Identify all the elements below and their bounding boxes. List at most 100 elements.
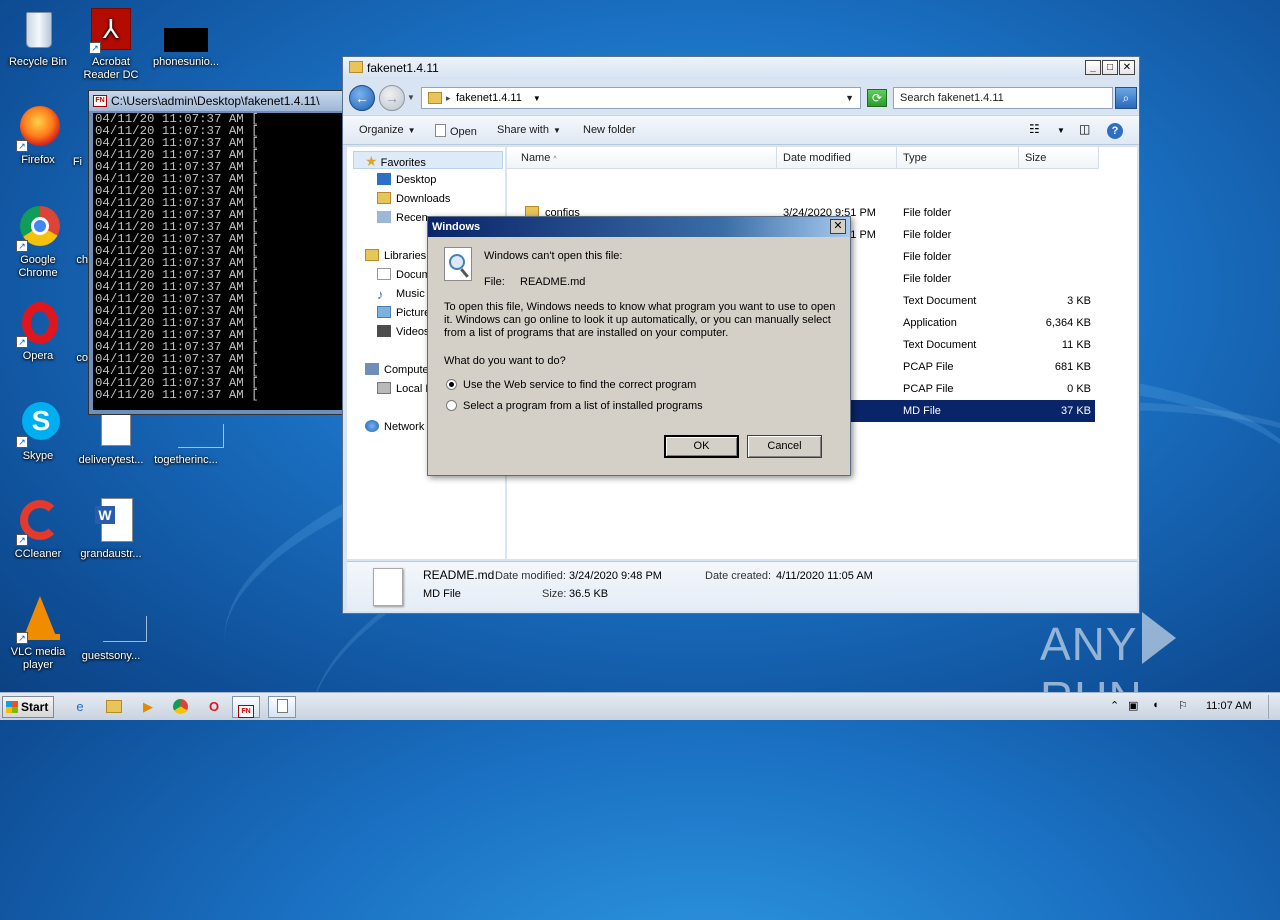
- dialog-close-button[interactable]: ✕: [830, 219, 846, 234]
- forward-button[interactable]: →: [379, 85, 405, 111]
- radio-selected-icon[interactable]: [446, 379, 457, 390]
- desktop-icon-recycle-bin[interactable]: Recycle Bin: [0, 6, 76, 69]
- column-header-date[interactable]: Date modified: [777, 147, 897, 169]
- network-tray-icon[interactable]: ▣: [1128, 699, 1138, 712]
- network-icon: [365, 420, 379, 432]
- open-button[interactable]: Open: [435, 124, 477, 138]
- desktop-icon-acrobat[interactable]: ⅄ ↗ Acrobat Reader DC: [73, 6, 149, 82]
- desktop-icon-label: phonesunio...: [152, 56, 220, 68]
- recent-pages-chevron-icon[interactable]: ▼: [407, 93, 415, 102]
- desktop-icon-grandaustr[interactable]: W grandaustr...: [73, 498, 149, 561]
- opera-icon: ↗: [14, 300, 62, 348]
- radio-select-from-list[interactable]: Select a program from a list of installe…: [446, 400, 703, 412]
- view-options-icon[interactable]: ☷: [1029, 122, 1040, 136]
- close-button[interactable]: ✕: [1119, 60, 1135, 75]
- details-filename: README.md: [423, 568, 495, 582]
- nav-local-disk[interactable]: Local D: [377, 382, 433, 395]
- desktop-icon-label: togetherinc...: [154, 454, 218, 466]
- open-with-dialog[interactable]: Windows ✕ Windows can't open this file: …: [427, 216, 851, 476]
- file-type: File folder: [903, 273, 952, 285]
- file-type: File folder: [903, 229, 952, 241]
- console-output[interactable]: 04/11/20 11:07:37 AM [04/11/20 11:07:37 …: [93, 113, 345, 410]
- desktop-icon-label: VLC media player: [10, 646, 66, 671]
- file-size: 6,364 KB: [1045, 317, 1091, 329]
- nav-videos[interactable]: Videos: [377, 325, 429, 338]
- show-desktop-button[interactable]: [1268, 695, 1278, 719]
- console-title: C:\Users\admin\Desktop\fakenet1.4.11\: [111, 94, 320, 108]
- column-header-size[interactable]: Size: [1019, 147, 1099, 169]
- recent-places-icon: [377, 211, 391, 223]
- nav-documents[interactable]: Docum: [377, 268, 431, 281]
- radio-use-web-service[interactable]: Use the Web service to find the correct …: [446, 379, 696, 391]
- ok-button[interactable]: OK: [664, 435, 739, 458]
- opera-taskbar-icon[interactable]: O: [200, 696, 228, 718]
- desktop-icon-chrome[interactable]: ↗ Google Chrome: [0, 204, 76, 280]
- breadcrumb-chevron-icon[interactable]: ▸: [446, 88, 451, 108]
- fakenet-taskbar-icon[interactable]: FN: [232, 696, 260, 718]
- chrome-taskbar-icon[interactable]: [166, 696, 194, 718]
- cancel-button[interactable]: Cancel: [747, 435, 822, 458]
- address-dropdown-icon[interactable]: ▼: [845, 88, 854, 108]
- chrome-icon: ↗: [14, 204, 62, 252]
- videos-icon: [377, 325, 391, 337]
- console-window[interactable]: FN C:\Users\admin\Desktop\fakenet1.4.11\…: [88, 90, 350, 415]
- vlc-icon: ↗: [14, 596, 62, 644]
- preview-pane-icon[interactable]: ◫: [1079, 122, 1090, 136]
- file-taskbar-icon[interactable]: [268, 696, 296, 718]
- nav-recent[interactable]: Recen: [377, 211, 428, 224]
- start-button[interactable]: Start: [2, 696, 54, 718]
- console-titlebar[interactable]: FN C:\Users\admin\Desktop\fakenet1.4.11\: [89, 91, 349, 111]
- maximize-button[interactable]: □: [1102, 60, 1118, 75]
- explorer-taskbar-icon[interactable]: [100, 696, 128, 718]
- command-bar: Organize ▼ Open Share with ▼ New folder ☷ …: [343, 115, 1139, 145]
- radio-unselected-icon[interactable]: [446, 400, 457, 411]
- desktop-icon-label: grandaustr...: [80, 548, 142, 560]
- search-input[interactable]: Search fakenet1.4.11: [893, 87, 1113, 109]
- address-bar[interactable]: ▸ fakenet1.4.11 ▼ ▼: [421, 87, 861, 109]
- help-icon[interactable]: ?: [1107, 123, 1123, 139]
- desktop-icon-label: Recycle Bin: [8, 56, 68, 68]
- internet-explorer-icon[interactable]: e: [66, 696, 94, 718]
- nav-desktop[interactable]: Desktop: [377, 173, 436, 186]
- action-center-icon[interactable]: ⚐: [1178, 699, 1188, 712]
- media-player-icon[interactable]: ▶: [134, 696, 162, 718]
- nav-favorites[interactable]: ★ Favorites: [365, 153, 426, 170]
- column-header-type[interactable]: Type: [897, 147, 1019, 169]
- explorer-titlebar[interactable]: fakenet1.4.11 _ □ ✕: [343, 57, 1139, 79]
- libraries-icon: [365, 249, 379, 261]
- nav-computer[interactable]: Compute: [365, 363, 429, 376]
- nav-downloads[interactable]: Downloads: [377, 192, 450, 205]
- nav-libraries[interactable]: Libraries: [365, 249, 426, 262]
- desktop-icon-guestsony[interactable]: guestsony...: [73, 600, 149, 663]
- volume-icon[interactable]: ◖: [1152, 699, 1159, 711]
- desktop-icon-phonesunio[interactable]: phonesunio...: [148, 6, 224, 69]
- new-folder-button[interactable]: New folder: [583, 124, 636, 136]
- minimize-button[interactable]: _: [1085, 60, 1101, 75]
- file-type: PCAP File: [903, 361, 954, 373]
- taskbar-clock[interactable]: 11:07 AM: [1206, 700, 1252, 712]
- desktop-icon-skype[interactable]: S ↗ Skype: [0, 400, 76, 463]
- column-header-name[interactable]: Name ^: [507, 147, 777, 169]
- tray-expand-icon[interactable]: ⌃: [1110, 699, 1119, 712]
- breadcrumb-dropdown-icon[interactable]: ▼: [533, 94, 541, 103]
- file-icon: [162, 6, 210, 54]
- refresh-button[interactable]: ⟳: [867, 89, 887, 107]
- search-icon[interactable]: ⌕: [1115, 87, 1137, 109]
- desktop-icon-ccleaner[interactable]: ↗ CCleaner: [0, 498, 76, 561]
- organize-button[interactable]: Organize ▼: [359, 124, 416, 136]
- computer-icon: [365, 363, 379, 375]
- console-line: 04/11/20 11:07:37 AM [: [95, 388, 259, 402]
- breadcrumb-fakenet[interactable]: fakenet1.4.11: [456, 92, 522, 104]
- dialog-titlebar[interactable]: Windows: [428, 217, 850, 237]
- file-type: PCAP File: [903, 383, 954, 395]
- back-button[interactable]: ←: [349, 85, 375, 111]
- view-dropdown-icon[interactable]: ▼: [1057, 126, 1065, 135]
- file-size: 681 KB: [1054, 361, 1091, 373]
- nav-music[interactable]: ♪ Music: [377, 287, 425, 302]
- details-date-modified-label: Date modified:: [495, 570, 566, 582]
- desktop-icon-vlc[interactable]: ↗ VLC media player: [0, 596, 76, 672]
- nav-pictures[interactable]: Picture: [377, 306, 430, 319]
- share-with-button[interactable]: Share with ▼: [497, 124, 561, 136]
- nav-network[interactable]: Network: [365, 420, 424, 433]
- file-size: 37 KB: [1061, 405, 1091, 417]
